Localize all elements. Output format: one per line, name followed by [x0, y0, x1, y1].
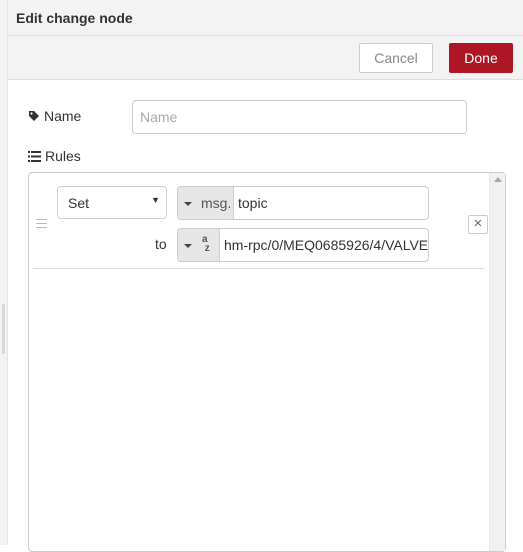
caret-down-icon [184, 244, 192, 248]
to-value: hm-rpc/0/MEQ0685926/4/VALVE_ [224, 237, 429, 253]
drag-handle-icon[interactable] [36, 219, 47, 228]
caret-down-icon [184, 202, 192, 206]
list-icon [28, 149, 41, 165]
rules-scrollbar[interactable] [489, 173, 505, 551]
to-typed-input[interactable]: a z hm-rpc/0/MEQ0685926/4/VALVE_ [177, 228, 429, 262]
tray-toolbar: Cancel Done [8, 36, 523, 80]
property-typed-input[interactable]: msg. topic [177, 186, 429, 220]
tray-resize-edge[interactable] [0, 0, 8, 545]
close-icon: ✕ [473, 218, 483, 230]
tray-title: Edit change node [16, 10, 133, 26]
name-input[interactable]: Name [132, 100, 467, 134]
cancel-button[interactable]: Cancel [359, 43, 433, 73]
name-label: Name [44, 108, 82, 124]
edit-tray: Edit change node Cancel Done Name Name R… [0, 0, 523, 552]
tray-header: Edit change node [8, 0, 523, 36]
string-type-icon: a z [202, 234, 210, 254]
property-type-button[interactable]: msg. [178, 187, 234, 219]
to-label: to [155, 236, 167, 252]
rule-row: Set ▼ msg. topic to a z hm-rpc/0/MEQ0685… [33, 173, 488, 269]
remove-rule-button[interactable]: ✕ [468, 215, 488, 234]
rules-list: Set ▼ msg. topic to a z hm-rpc/0/MEQ0685… [28, 172, 506, 552]
resize-grip[interactable] [2, 304, 5, 354]
done-button[interactable]: Done [449, 43, 513, 73]
property-value: topic [238, 195, 268, 211]
name-label-row: Name [28, 108, 81, 125]
property-type-label: msg. [201, 195, 232, 211]
rule-action-value: Set [68, 195, 90, 211]
tag-icon [28, 109, 40, 125]
rules-label-row: Rules [28, 148, 81, 165]
rules-label: Rules [45, 148, 81, 164]
name-placeholder: Name [140, 109, 178, 125]
rule-action-select[interactable]: Set ▼ [57, 186, 167, 219]
select-arrow-icon: ▼ [151, 195, 160, 205]
scroll-up-arrow-icon[interactable] [494, 177, 502, 182]
to-type-button[interactable]: a z [178, 229, 220, 261]
